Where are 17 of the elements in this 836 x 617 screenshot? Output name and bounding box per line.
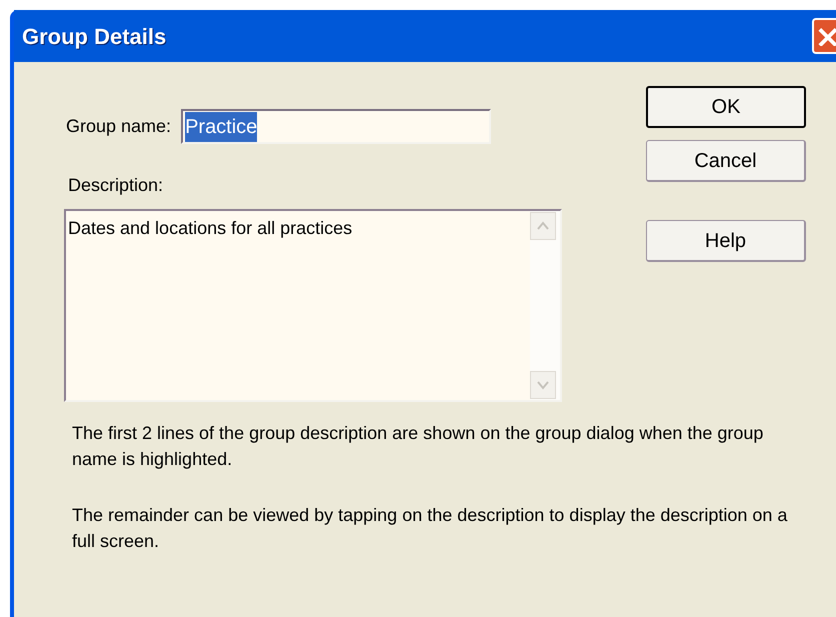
input-value: Practice (185, 112, 258, 142)
note-text: The first 2 lines of the group description are shown on the group dialog when the group name is highlighted. (72, 422, 764, 471)
scrollbar[interactable] (530, 211, 560, 400)
dialog-button[interactable]: OK (646, 86, 806, 128)
description-text: Dates and locations for all practices (67, 217, 354, 240)
field-label: Description: (68, 174, 164, 197)
note-text: The remainder can be viewed by tapping on the description to display the description on a full screen. (72, 504, 788, 553)
window-title: Group Details (22, 22, 166, 51)
input-field[interactable]: Practice (181, 109, 492, 144)
dialog-button[interactable]: Help (646, 220, 806, 262)
dialog-button[interactable]: Cancel (646, 140, 806, 182)
field-label: Group name: (66, 115, 172, 138)
scroll-up-icon[interactable] (530, 212, 556, 240)
description-field[interactable]: Dates and locations for all practices (64, 209, 562, 402)
close-button[interactable] (812, 18, 836, 54)
scroll-down-icon[interactable] (530, 371, 556, 399)
close-icon (817, 26, 836, 46)
